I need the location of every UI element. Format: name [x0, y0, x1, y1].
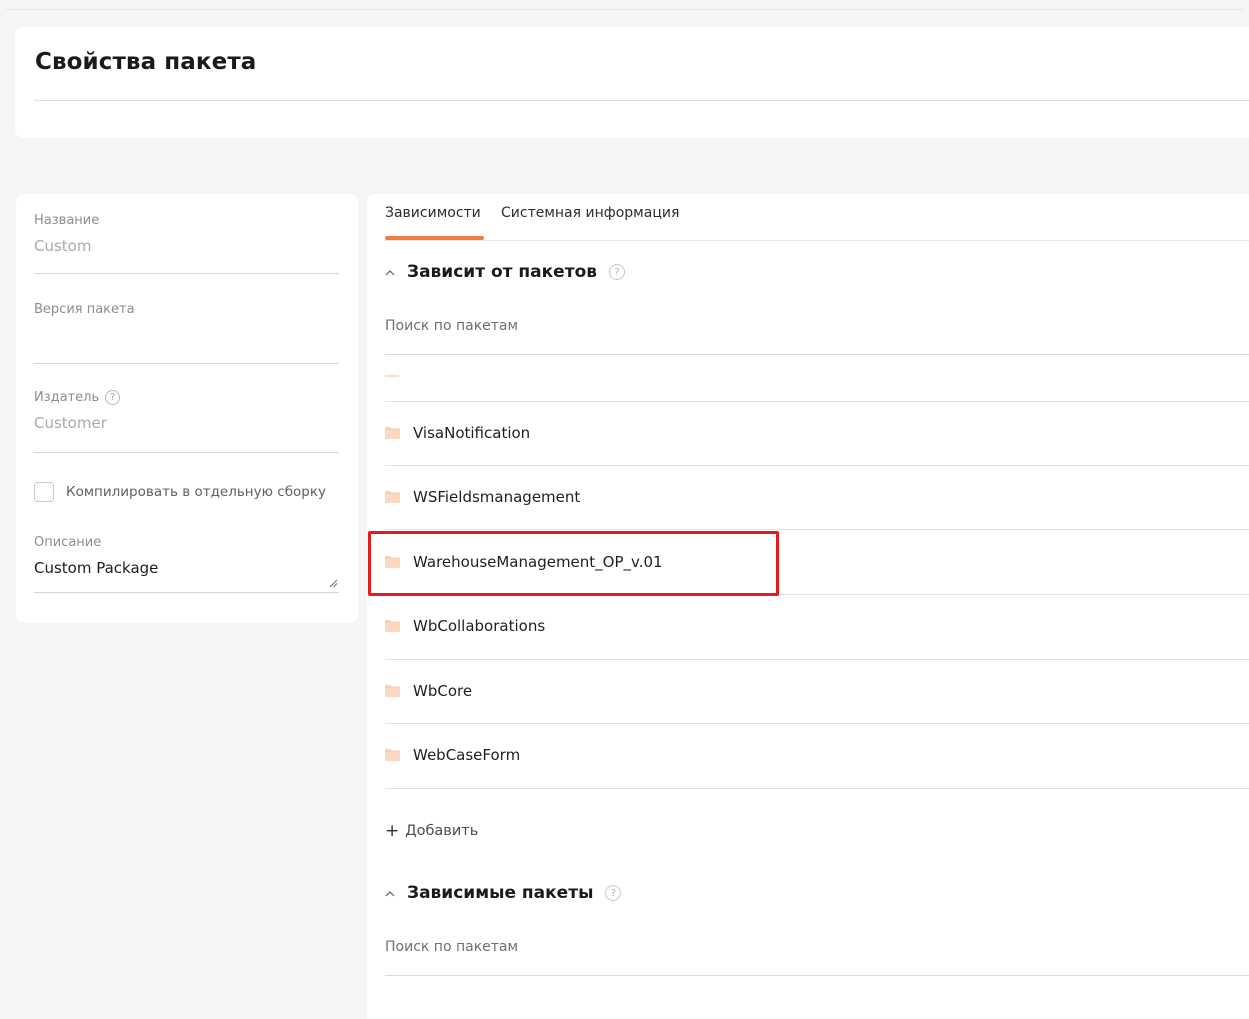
depends-on-search-row: [385, 314, 1249, 355]
description-textarea[interactable]: Custom Package: [34, 559, 339, 579]
depends-on-search-input[interactable]: [385, 318, 985, 334]
name-value[interactable]: Custom: [34, 237, 339, 257]
depends-on-title: Зависит от пакетов: [407, 262, 598, 282]
package-name: WbCollaborations: [413, 617, 546, 635]
compile-checkbox-row[interactable]: Компилировать в отдельную сборку: [34, 482, 326, 502]
package-name: WSFieldsmanagement: [413, 488, 581, 506]
folder-icon: [385, 685, 400, 697]
publisher-value[interactable]: Customer: [34, 414, 339, 434]
active-tab-indicator: [385, 236, 484, 240]
name-underline: [34, 273, 339, 274]
compile-checkbox[interactable]: [34, 482, 54, 502]
header-divider: [34, 100, 1249, 101]
loading-indicator: [385, 375, 399, 377]
dependent-help-icon[interactable]: ?: [605, 885, 622, 901]
name-label: Название: [34, 213, 100, 228]
package-properties-page: Свойства пакета Название Custom Версия п…: [0, 0, 1249, 1019]
list-item[interactable]: WbCollaborations: [385, 594, 1249, 658]
version-value[interactable]: [34, 326, 339, 346]
top-divider: [6, 9, 1244, 10]
depends-on-header[interactable]: Зависит от пакетов ?: [385, 262, 626, 282]
chevron-up-icon[interactable]: [385, 886, 401, 900]
add-dependency-button[interactable]: + Добавить: [385, 821, 478, 841]
add-dependency-label: Добавить: [405, 823, 479, 839]
version-label: Версия пакета: [34, 302, 135, 317]
resize-grip-icon[interactable]: [329, 579, 338, 588]
publisher-label: Издатель: [34, 390, 100, 405]
name-field: Название Custom: [34, 213, 339, 274]
package-info-card: Название Custom Версия пакета Издатель ?…: [16, 194, 358, 623]
description-label: Описание: [34, 535, 102, 550]
version-field: Версия пакета: [34, 302, 339, 364]
package-name: VisaNotification: [413, 424, 531, 442]
description-field: Описание Custom Package: [34, 535, 339, 593]
depends-on-help-icon[interactable]: ?: [609, 264, 626, 280]
list-item[interactable]: WarehouseManagement_OP_v.01: [385, 530, 1249, 594]
folder-icon: [385, 749, 400, 761]
list-item[interactable]: VisaNotification: [385, 401, 1249, 465]
header-card: Свойства пакета: [15, 27, 1249, 138]
tab-system-info[interactable]: Системная информация: [501, 205, 679, 221]
dependent-search-row: [385, 935, 1249, 976]
folder-icon: [385, 427, 400, 439]
plus-icon: +: [385, 821, 400, 841]
dependencies-card: Зависимости Системная информация Зависит…: [367, 194, 1249, 1019]
list-item[interactable]: WbCore: [385, 659, 1249, 723]
list-divider: [385, 788, 1249, 789]
package-name: WarehouseManagement_OP_v.01: [413, 553, 663, 571]
package-name: WebCaseForm: [413, 746, 521, 764]
compile-checkbox-label[interactable]: Компилировать в отдельную сборку: [66, 484, 326, 500]
dependent-search-input[interactable]: [385, 939, 985, 955]
version-underline: [34, 363, 339, 364]
list-item[interactable]: WebCaseForm: [385, 723, 1249, 787]
tab-bar: Зависимости Системная информация: [385, 194, 1249, 241]
publisher-underline: [34, 452, 339, 453]
publisher-label-row: Издатель ?: [34, 390, 339, 405]
tab-dependencies[interactable]: Зависимости: [385, 205, 481, 221]
chevron-up-icon[interactable]: [385, 265, 401, 279]
dependent-title: Зависимые пакеты: [407, 883, 594, 903]
package-name: WbCore: [413, 682, 473, 700]
dependent-header[interactable]: Зависимые пакеты ?: [385, 883, 622, 903]
page-title: Свойства пакета: [35, 49, 257, 75]
folder-icon: [385, 620, 400, 632]
description-underline: [34, 592, 339, 593]
folder-icon: [385, 491, 400, 503]
folder-icon: [385, 556, 400, 568]
publisher-field: Издатель ? Customer: [34, 390, 339, 453]
list-item[interactable]: WSFieldsmanagement: [385, 465, 1249, 529]
publisher-help-icon[interactable]: ?: [105, 390, 121, 405]
